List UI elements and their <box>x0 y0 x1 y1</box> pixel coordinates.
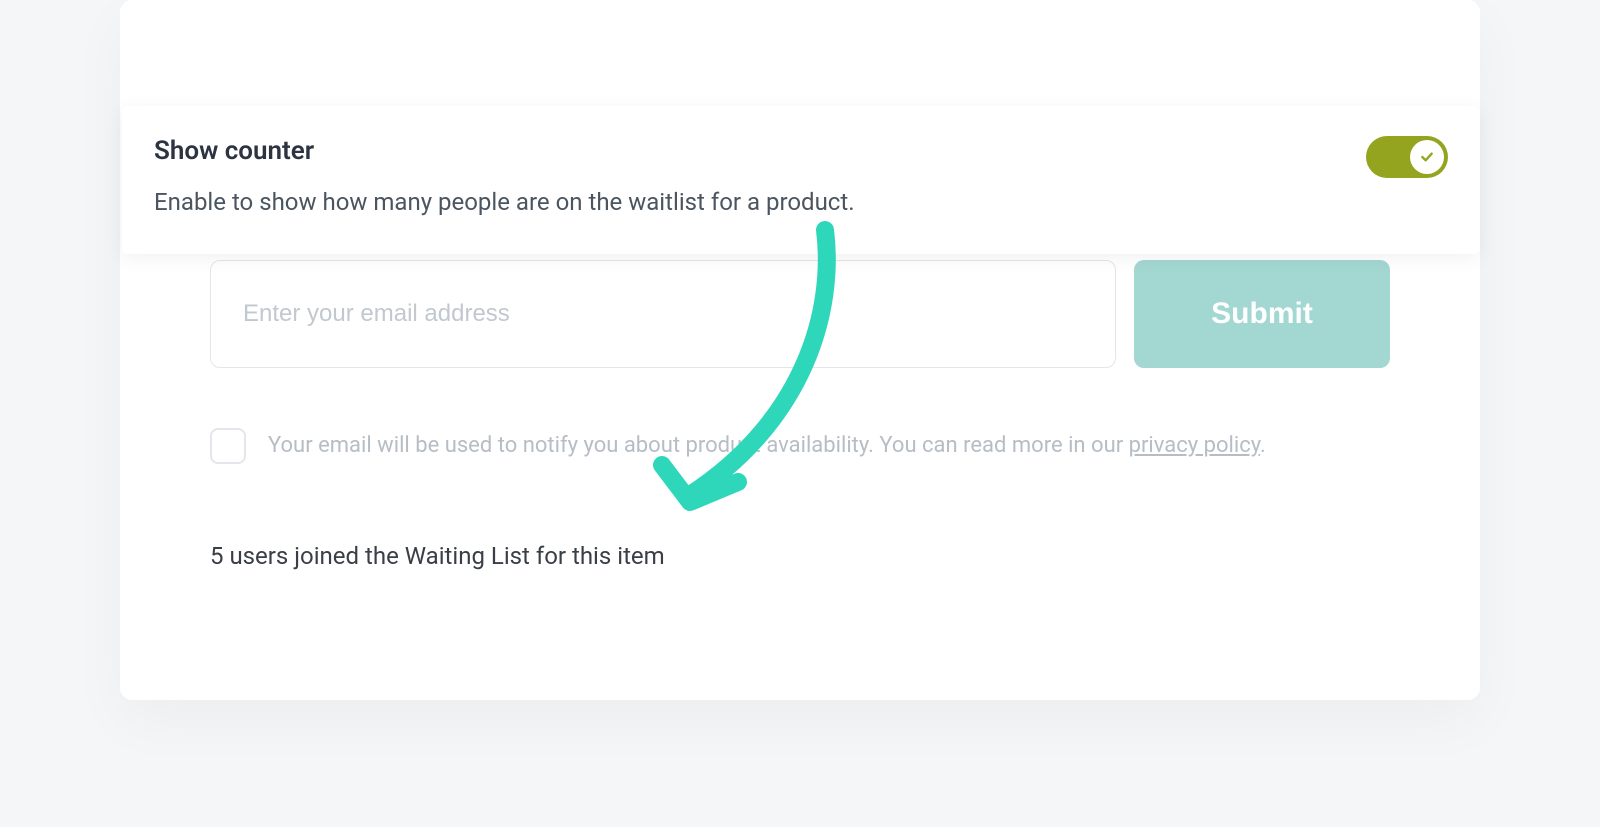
show-counter-toggle[interactable] <box>1366 136 1448 178</box>
consent-checkbox[interactable] <box>210 428 246 464</box>
privacy-policy-link[interactable]: privacy policy <box>1129 433 1260 458</box>
consent-row: Your email will be used to notify you ab… <box>210 428 1390 464</box>
email-input[interactable] <box>210 260 1116 368</box>
submit-button[interactable]: Submit <box>1134 260 1390 368</box>
toggle-knob <box>1410 140 1444 174</box>
consent-text-before: Your email will be used to notify you ab… <box>268 433 1129 458</box>
waitlist-counter-text: 5 users joined the Waiting List for this… <box>210 542 1390 570</box>
waitlist-form-row: Submit <box>210 260 1390 368</box>
check-icon <box>1419 149 1435 165</box>
setting-description: Enable to show how many people are on th… <box>154 186 855 220</box>
consent-text-after: . <box>1260 433 1266 458</box>
preview-card: Submit Your email will be used to notify… <box>120 0 1480 700</box>
setting-title: Show counter <box>154 136 855 166</box>
settings-card: Show counter Enable to show how many peo… <box>122 106 1480 254</box>
consent-text: Your email will be used to notify you ab… <box>268 431 1266 462</box>
